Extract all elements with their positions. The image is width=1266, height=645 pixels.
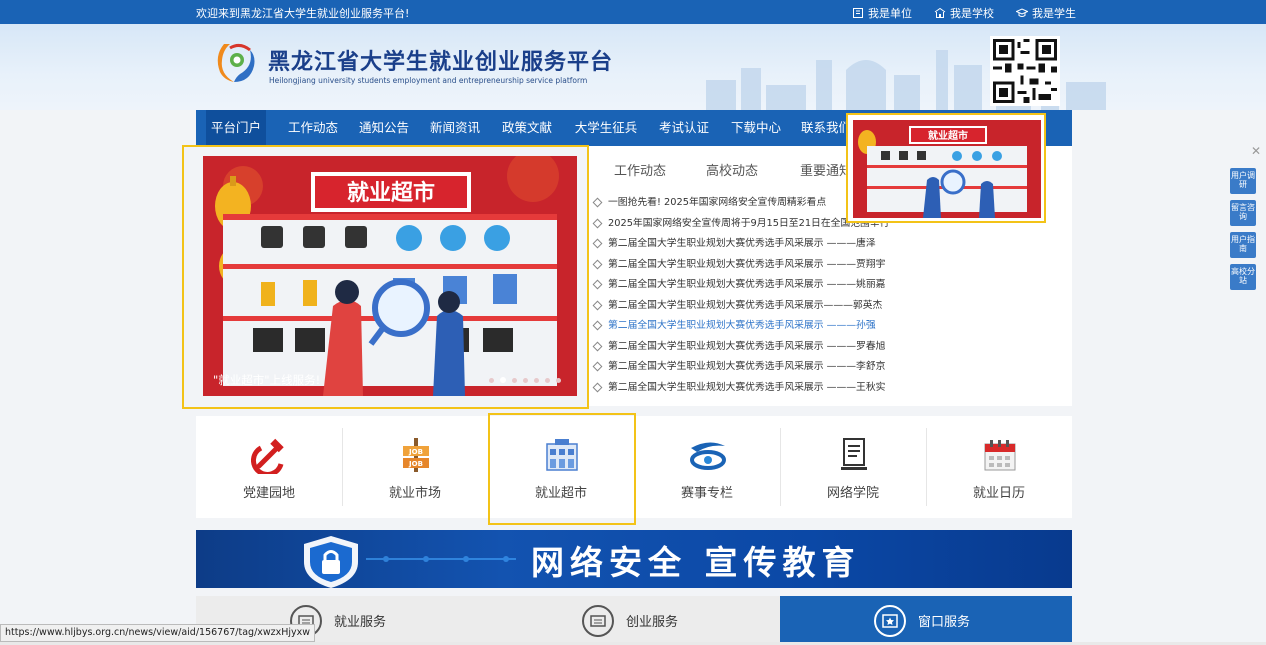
building-icon <box>853 8 863 18</box>
news-item[interactable]: 第二届全国大学生职业规划大赛优秀选手风采展示 ———王秋实 <box>593 381 1063 402</box>
nav-item-policy[interactable]: 政策文献 <box>495 110 559 146</box>
site-logo-icon <box>217 43 255 82</box>
browser-status-url: https://www.hljbys.org.cn/news/view/aid/… <box>0 624 316 642</box>
service-tab-window[interactable]: 窗口服务 <box>874 596 970 645</box>
service-tab-label: 窗口服务 <box>918 615 971 630</box>
floating-ad-popup[interactable]: 就业超市 <box>846 113 1046 223</box>
promo-text: 网络安全 宣传教育 <box>531 543 861 582</box>
message-consult-button[interactable]: 留言咨询 <box>1230 200 1256 226</box>
student-link-label: 我是学生 <box>1032 7 1076 20</box>
student-link[interactable]: 我是学生 <box>1016 5 1076 21</box>
quick-link-online-academy[interactable]: 网络学院 <box>780 416 926 518</box>
school-link-label: 我是学校 <box>950 7 994 20</box>
job-sign-icon: JOB JOB <box>403 438 429 472</box>
nav-item-news[interactable]: 新闻资讯 <box>425 110 485 146</box>
hammer-sickle-icon <box>251 438 284 474</box>
carousel-dot[interactable] <box>534 377 539 383</box>
carousel-dot[interactable] <box>512 377 517 383</box>
role-links: 我是单位 我是学校 我是学生 <box>852 5 1076 21</box>
news-item[interactable]: 第二届全国大学生职业规划大赛优秀选手风采展示 ———李舒京 <box>593 360 1063 381</box>
school-link[interactable]: 我是学校 <box>934 5 994 21</box>
site-header: 黑龙江省大学生就业创业服务平台 Heilongjiang university … <box>0 24 1266 110</box>
shield-lock-icon <box>304 536 358 588</box>
user-survey-button[interactable]: 用户调研 <box>1230 168 1256 194</box>
quick-link-competition[interactable]: 赛事专栏 <box>634 416 780 518</box>
nav-item-conscription[interactable]: 大学生征兵 <box>568 110 644 146</box>
svg-text:JOB: JOB <box>408 460 423 468</box>
banner-carousel[interactable]: 就业超市 "就业超市"上线服务! <box>203 156 577 396</box>
carousel-dot[interactable] <box>489 377 494 383</box>
quick-link-label: 就业日历 <box>972 486 1025 501</box>
college-substation-button[interactable]: 高校分站 <box>1230 264 1256 290</box>
service-tab-entrepreneurship[interactable]: 创业服务 <box>582 596 678 645</box>
news-item[interactable]: 第二届全国大学生职业规划大赛优秀选手风采展示 ———姚丽嘉 <box>593 278 1063 299</box>
quick-link-label: 党建园地 <box>242 486 295 501</box>
service-tab-label: 就业服务 <box>334 615 387 630</box>
floating-ad-image[interactable]: 就业超市 <box>853 120 1041 218</box>
svg-text:JOB: JOB <box>408 448 423 456</box>
welcome-text: 欢迎来到黑龙江省大学生就业创业服务平台! <box>196 7 410 20</box>
site-subtitle: Heilongjiang university students employm… <box>269 76 588 85</box>
job-supermarket-illustration: 就业超市 <box>203 156 577 396</box>
graduation-cap-icon <box>1016 8 1028 17</box>
quick-link-job-calendar[interactable]: 就业日历 <box>926 416 1072 518</box>
tab-work-news[interactable]: 工作动态 <box>614 160 666 179</box>
nav-item-notices[interactable]: 通知公告 <box>354 110 414 146</box>
tab-important-notices[interactable]: 重要通知 <box>800 160 852 179</box>
service-tab-label: 创业服务 <box>626 615 679 630</box>
news-list: 一图抢先看! 2025年国家网络安全宣传周精彩看点 2025年国家网络安全宣传周… <box>593 196 1063 401</box>
qr-code-image <box>990 36 1060 106</box>
cybersecurity-promo-banner[interactable]: 网络安全 宣传教育 <box>196 530 1072 588</box>
document-screen-icon <box>841 438 867 470</box>
banner-caption: "就业超市"上线服务! <box>213 373 321 387</box>
quick-link-job-market[interactable]: JOB JOB 就业市场 <box>342 416 488 518</box>
school-icon <box>934 7 946 18</box>
competition-swoosh-icon <box>690 442 726 470</box>
employer-link[interactable]: 我是单位 <box>852 5 912 21</box>
nav-item-exam[interactable]: 考试认证 <box>652 110 716 146</box>
carousel-dot[interactable] <box>545 377 550 383</box>
calendar-icon <box>984 440 1016 471</box>
nav-item-portal[interactable]: 平台门户 <box>206 110 266 146</box>
site-title: 黑龙江省大学生就业创业服务平台 <box>268 49 614 75</box>
news-item[interactable]: 第二届全国大学生职业规划大赛优秀选手风采展示———郭英杰 <box>593 299 1063 320</box>
quick-link-label: 网络学院 <box>826 486 879 501</box>
carousel-dot-active[interactable] <box>500 377 506 383</box>
circuit-pattern-decoration <box>366 556 516 562</box>
quick-link-label: 赛事专栏 <box>680 486 733 501</box>
carousel-dot[interactable] <box>523 377 528 383</box>
news-item[interactable]: 第二届全国大学生职业规划大赛优秀选手风采展示 ———贾翔宇 <box>593 258 1063 279</box>
top-bar: 欢迎来到黑龙江省大学生就业创业服务平台! 我是单位 我是学校 我是学生 <box>0 0 1266 24</box>
employer-link-label: 我是单位 <box>868 7 912 20</box>
nav-item-work-news[interactable]: 工作动态 <box>280 110 346 146</box>
quick-link-party-building[interactable]: 党建园地 <box>196 416 342 518</box>
floating-ad-sign-text: 就业超市 <box>928 129 968 142</box>
quick-link-highlight-frame <box>488 413 636 525</box>
news-item[interactable]: 第二届全国大学生职业规划大赛优秀选手风采展示 ———唐泽 <box>593 237 1063 258</box>
user-guide-button[interactable]: 用户指南 <box>1230 232 1256 258</box>
entrepreneurship-service-icon <box>582 604 614 637</box>
nav-item-downloads[interactable]: 下载中心 <box>724 110 788 146</box>
carousel-indicators <box>489 377 561 383</box>
news-item[interactable]: 第二届全国大学生职业规划大赛优秀选手风采展示 ———罗春旭 <box>593 340 1063 361</box>
job-supermarket-mini-illustration: 就业超市 <box>853 120 1041 218</box>
side-toolbar: 用户调研 留言咨询 用户指南 高校分站 <box>1230 168 1256 296</box>
news-item-hovered[interactable]: 第二届全国大学生职业规划大赛优秀选手风采展示 ———孙强 <box>593 319 1063 340</box>
close-icon[interactable]: ✕ <box>1251 144 1261 158</box>
window-service-icon <box>874 604 906 637</box>
quick-link-label: 就业市场 <box>388 486 441 501</box>
carousel-dot[interactable] <box>556 377 561 383</box>
tab-college-news[interactable]: 高校动态 <box>706 160 758 179</box>
banner-sign-text: 就业超市 <box>347 180 435 206</box>
